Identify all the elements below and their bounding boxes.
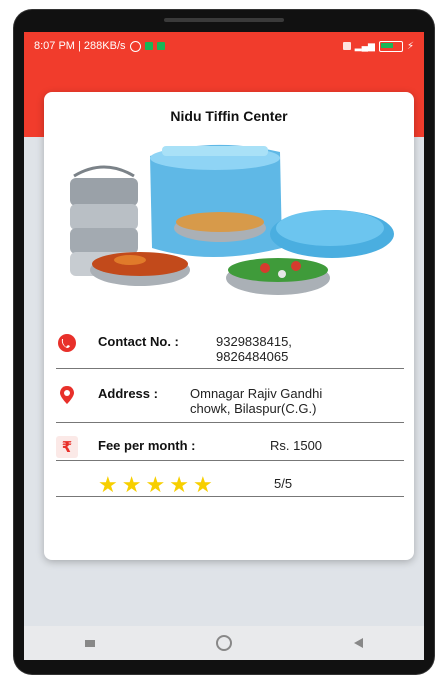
home-icon[interactable] (216, 635, 233, 651)
star-icon: ★ (121, 472, 142, 497)
address-line2: chowk, Bilaspur(C.G.) (190, 401, 317, 416)
contact-row: Contact No. : 9329838415, 9826484065 (56, 332, 404, 369)
address-value: Omnagar Rajiv Gandhi chowk, Bilaspur(C.G… (190, 386, 322, 416)
contact-line1: 9329838415, (216, 334, 292, 349)
rating-value: 5/5 (274, 476, 293, 491)
card-title: Nidu Tiffin Center (170, 108, 288, 124)
address-line1: Omnagar Rajiv Gandhi (190, 386, 323, 401)
tiffin-photo (60, 138, 407, 318)
fee-row: ₹ Fee per month : Rs. 1500 (56, 436, 404, 461)
notification-icon (156, 42, 165, 50)
address-label: Address : (98, 386, 158, 401)
contact-value: 9329838415, 9826484065 (216, 334, 292, 364)
address-row: Address : Omnagar Rajiv Gandhi chowk, Bi… (56, 384, 404, 423)
status-right: ▂▄▆ ⚡ (342, 40, 414, 52)
status-time: 8:07 PM | 288KB/s (34, 40, 126, 52)
contact-line2: 9826484065 (216, 349, 289, 364)
tiffin-card: Nidu Tiffin Center Contact No.: 9329838… (44, 92, 414, 560)
location-pin-icon (56, 384, 78, 406)
star-icon: ★ (98, 472, 118, 497)
status-left: 8:07 PM | 288KB/s (34, 40, 165, 52)
status-bar: 8:07 PM | 288KB/s ▂▄▆ ⚡ (24, 32, 424, 60)
back-icon[interactable] (354, 638, 364, 648)
notification-icon (144, 42, 153, 50)
rating-stars: ★ ★ ★ ★ ★ (98, 472, 213, 497)
phone-speaker (164, 18, 284, 22)
star-icon: ★ (169, 472, 189, 497)
rating-row: ★ ★ ★ ★ ★ 5/5 (56, 474, 404, 497)
battery-icon (378, 40, 403, 52)
recent-apps-icon[interactable] (84, 639, 95, 647)
star-icon: ★ (145, 472, 166, 497)
system-nav-bar (24, 626, 424, 660)
network-icon: ▂▄▆ (354, 40, 375, 51)
app-screen: 8:07 PM | 288KB/s ▂▄▆ ⚡ Nidu Tiffin Cent… (24, 32, 424, 660)
phone-frame: 8:07 PM | 288KB/s ▂▄▆ ⚡ Nidu Tiffin Cent… (14, 10, 434, 674)
alarm-icon (129, 40, 141, 52)
rupee-icon: ₹ (56, 436, 78, 458)
fee-value: Rs. 1500 (270, 438, 323, 453)
charging-icon: ⚡ (406, 40, 414, 52)
fee-label: Fee per month : (98, 438, 196, 453)
contact-label: Contact No. : (98, 334, 179, 349)
phone-icon (56, 332, 78, 354)
star-icon: ★ (192, 472, 213, 497)
signal-icon (342, 42, 351, 50)
